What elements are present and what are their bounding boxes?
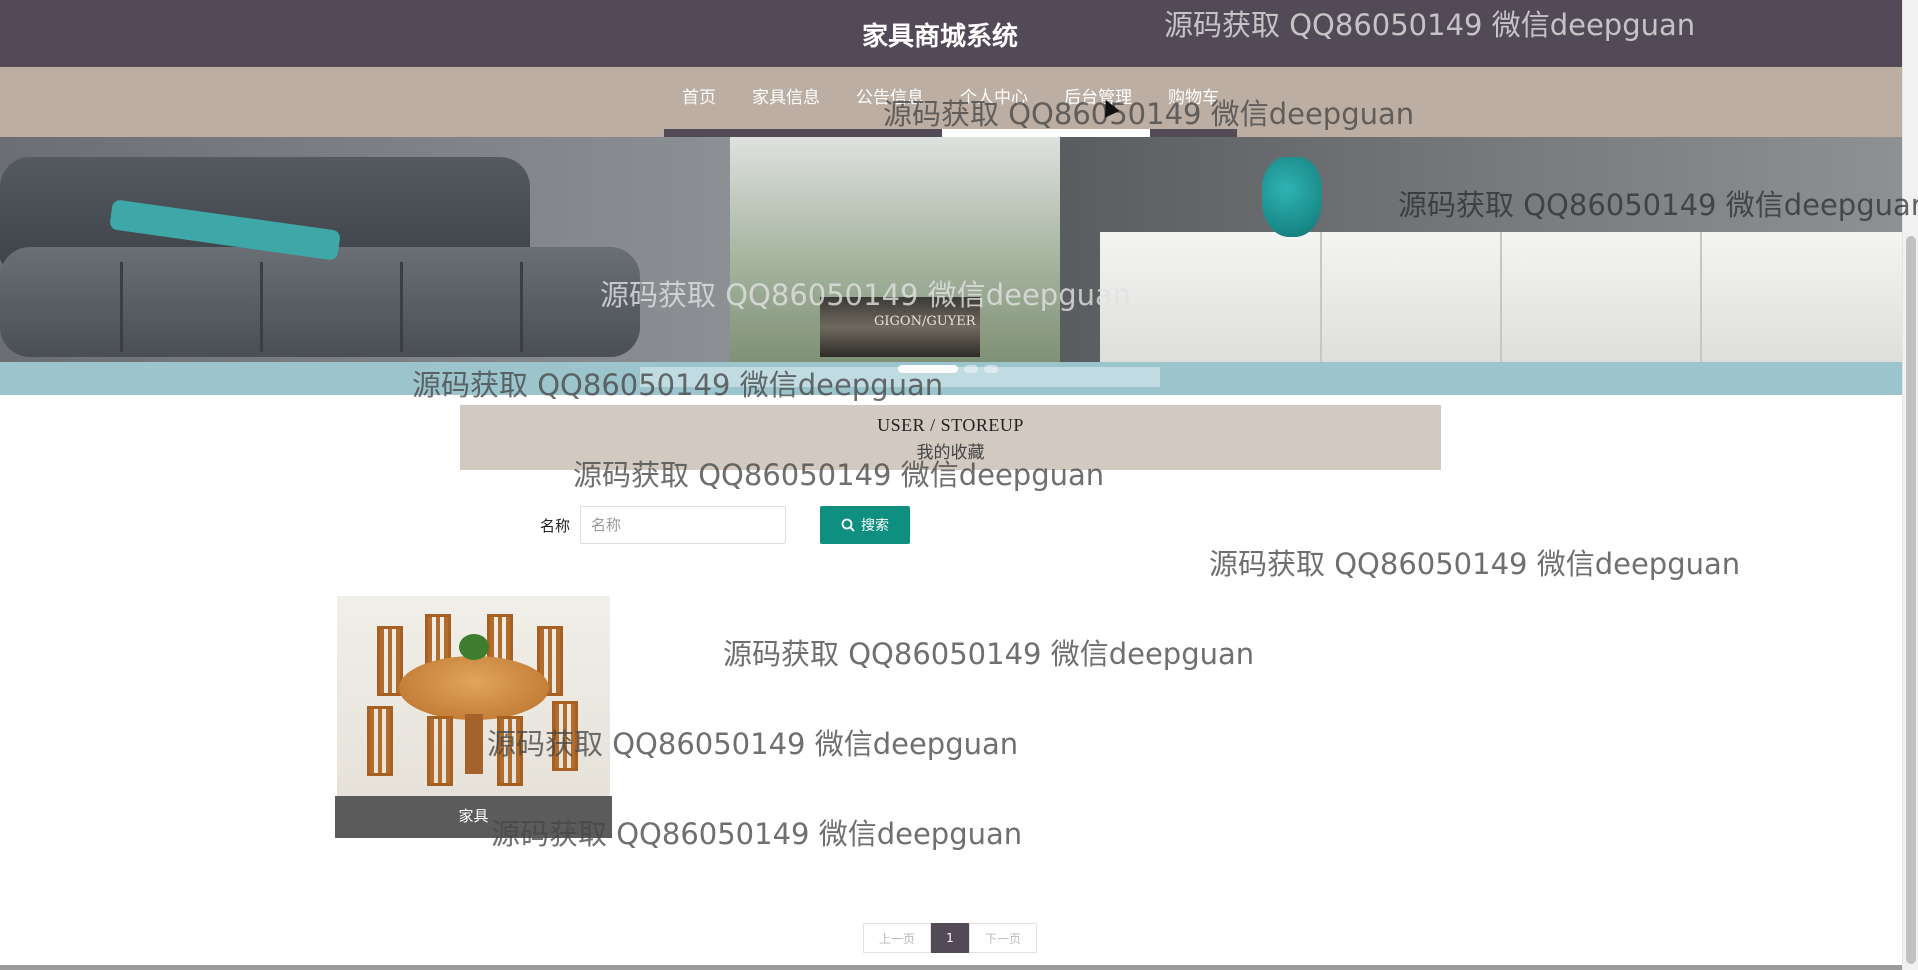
prev-page-button[interactable]: 上一页	[863, 923, 931, 953]
nav-item-label: 个人中心	[960, 88, 1028, 108]
nav-underline	[942, 129, 1046, 137]
product-caption[interactable]: 家具	[335, 796, 612, 838]
search-bar: 名称 搜索	[520, 506, 910, 544]
section-header: USER / STOREUP 我的收藏	[460, 405, 1441, 470]
carousel-indicators	[898, 365, 998, 373]
scrollbar-thumb[interactable]	[1906, 236, 1916, 964]
carousel-dot[interactable]	[898, 365, 958, 373]
carousel-dot[interactable]	[984, 365, 998, 373]
nav-item-cart[interactable]: 购物车	[1150, 67, 1237, 137]
watermark-text: 源码获取 QQ86050149 微信deepguan	[1209, 547, 1741, 581]
site-title: 家具商城系统	[861, 22, 1018, 52]
nav-underline	[1046, 129, 1150, 137]
banner-vase	[1262, 157, 1322, 237]
next-page-button[interactable]: 下一页	[969, 923, 1037, 953]
banner-books-text: GIGON/GUYER	[874, 314, 976, 329]
nav-item-label: 后台管理	[1064, 88, 1132, 108]
nav-underline	[838, 129, 942, 137]
search-label: 名称	[539, 516, 570, 535]
section-title-en: USER / STOREUP	[877, 415, 1024, 435]
nav-item-label: 家具信息	[752, 88, 820, 108]
nav-underline	[1150, 129, 1237, 137]
nav-item-personal-center[interactable]: 个人中心	[942, 67, 1046, 137]
nav-item-announcements[interactable]: 公告信息	[838, 67, 942, 137]
section-title-cn: 我的收藏	[916, 443, 985, 463]
nav-item-label: 首页	[682, 88, 716, 108]
page: 家具商城系统 首页 家具信息 公告信息 个人中心 后台管理 购物车 GIGON/…	[0, 0, 1918, 970]
search-icon	[841, 518, 855, 532]
nav-underline	[664, 129, 734, 137]
nav-item-label: 购物车	[1168, 88, 1219, 108]
nav-item-furniture-info[interactable]: 家具信息	[734, 67, 838, 137]
carousel-dot[interactable]	[964, 365, 978, 373]
search-button-label: 搜索	[861, 517, 889, 533]
product-card[interactable]: 家具	[335, 594, 612, 838]
nav-underline	[734, 129, 838, 137]
page-number-button[interactable]: 1	[931, 923, 969, 953]
top-header: 家具商城系统	[0, 0, 1902, 67]
nav-item-label: 公告信息	[856, 88, 924, 108]
page-scrollbar[interactable]	[1902, 0, 1918, 970]
nav-item-home[interactable]: 首页	[664, 67, 734, 137]
banner-carousel[interactable]: GIGON/GUYER	[0, 137, 1902, 395]
main-nav: 首页 家具信息 公告信息 个人中心 后台管理 购物车	[0, 67, 1902, 137]
search-button[interactable]: 搜索	[820, 506, 910, 544]
search-input[interactable]	[580, 506, 786, 544]
watermark-text: 源码获取 QQ86050149 微信deepguan	[723, 637, 1255, 671]
product-image[interactable]	[337, 596, 610, 796]
pagination: 上一页 1 下一页	[863, 923, 1037, 953]
